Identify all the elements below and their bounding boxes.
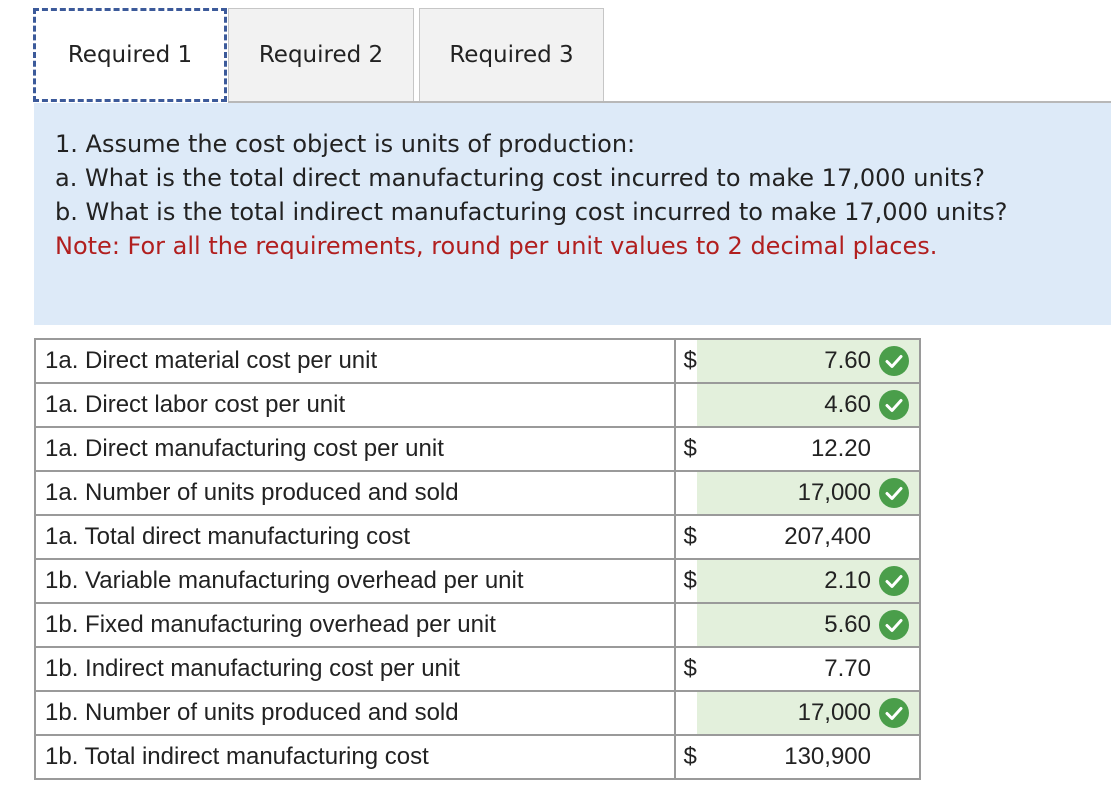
table-row: 1a. Number of units produced and sold 17,…: [34, 470, 922, 516]
checkmark-icon: [879, 346, 909, 376]
value-text: 5.60: [824, 611, 871, 638]
checkmark-icon: [879, 478, 909, 508]
row-label: 1b. Variable manufacturing overhead per …: [34, 558, 676, 604]
currency-symbol: $: [673, 734, 697, 780]
table-row: 1a. Total direct manufacturing cost $207,…: [34, 514, 922, 560]
instruction-line-1: 1. Assume the cost object is units of pr…: [55, 130, 636, 158]
computed-value: 12.20: [696, 426, 922, 472]
currency-symbol: $: [673, 558, 697, 604]
table-row: 1b. Fixed manufacturing overhead per uni…: [34, 602, 922, 648]
table-row: 1b. Indirect manufacturing cost per unit…: [34, 646, 922, 692]
answer-input[interactable]: 2.10: [696, 558, 922, 604]
tab-required-3[interactable]: Required 3: [419, 8, 604, 102]
currency-symbol: $: [673, 338, 697, 384]
value-text: 4.60: [824, 391, 871, 418]
value-text: 207,400: [784, 523, 871, 550]
rounding-note: Note: For all the requirements, round pe…: [55, 232, 938, 260]
currency-symbol: $: [673, 426, 697, 472]
value-wrap: 7.70: [824, 654, 909, 684]
currency-symbol: [673, 470, 697, 516]
computed-value: 130,900: [696, 734, 922, 780]
tab-required-2[interactable]: Required 2: [228, 8, 414, 102]
value-text: 2.10: [824, 567, 871, 594]
answer-input[interactable]: 4.60: [696, 382, 922, 428]
currency-symbol: [673, 602, 697, 648]
row-label: 1a. Total direct manufacturing cost: [34, 514, 676, 560]
row-label: 1b. Indirect manufacturing cost per unit: [34, 646, 676, 692]
value-text: 7.70: [824, 655, 871, 682]
value-wrap: 4.60: [824, 390, 909, 420]
currency-symbol: [673, 690, 697, 736]
answer-input[interactable]: 7.60: [696, 338, 922, 384]
row-label: 1b. Fixed manufacturing overhead per uni…: [34, 602, 676, 648]
answer-input[interactable]: 17,000: [696, 690, 922, 736]
currency-symbol: $: [673, 514, 697, 560]
answer-input[interactable]: 5.60: [696, 602, 922, 648]
answer-input[interactable]: 17,000: [696, 470, 922, 516]
tab-required-1[interactable]: Required 1: [33, 8, 227, 102]
table-row: 1b. Variable manufacturing overhead per …: [34, 558, 922, 604]
instruction-line-3: b. What is the total indirect manufactur…: [55, 198, 1008, 226]
currency-symbol: [673, 382, 697, 428]
computed-value: 207,400: [696, 514, 922, 560]
value-wrap: 5.60: [824, 610, 909, 640]
row-label: 1b. Total indirect manufacturing cost: [34, 734, 676, 780]
table-row: 1a. Direct manufacturing cost per unit $1…: [34, 426, 922, 472]
table-row: 1b. Total indirect manufacturing cost $13…: [34, 734, 922, 780]
value-wrap: 2.10: [824, 566, 909, 596]
value-text: 17,000: [797, 479, 871, 506]
value-wrap: 17,000: [798, 698, 909, 728]
value-text: 17,000: [797, 699, 871, 726]
row-label: 1a. Direct labor cost per unit: [34, 382, 676, 428]
value-wrap: 12.20: [811, 434, 909, 464]
currency-symbol: $: [673, 646, 697, 692]
instructions-panel: 1. Assume the cost object is units of pr…: [34, 103, 1111, 325]
answer-table: 1a. Direct material cost per unit $7.60 1a…: [34, 338, 922, 780]
value-wrap: 7.60: [824, 346, 909, 376]
computed-value: 7.70: [696, 646, 922, 692]
table-row: 1a. Direct material cost per unit $7.60: [34, 338, 922, 384]
value-wrap: 130,900: [784, 742, 909, 772]
requirement-tabs: Required 1 Required 2 Required 3: [33, 8, 1111, 103]
checkmark-icon: [879, 610, 909, 640]
checkmark-icon: [879, 566, 909, 596]
row-label: 1a. Direct manufacturing cost per unit: [34, 426, 676, 472]
row-label: 1a. Number of units produced and sold: [34, 470, 676, 516]
value-text: 7.60: [824, 347, 871, 374]
checkmark-icon: [879, 698, 909, 728]
checkmark-icon: [879, 390, 909, 420]
value-wrap: 207,400: [784, 522, 909, 552]
row-label: 1a. Direct material cost per unit: [34, 338, 676, 384]
table-row: 1b. Number of units produced and sold 17,…: [34, 690, 922, 736]
value-text: 130,900: [784, 743, 871, 770]
instruction-line-2: a. What is the total direct manufacturin…: [55, 164, 986, 192]
row-label: 1b. Number of units produced and sold: [34, 690, 676, 736]
value-text: 12.20: [810, 435, 871, 462]
table-row: 1a. Direct labor cost per unit 4.60: [34, 382, 922, 428]
value-wrap: 17,000: [798, 478, 909, 508]
